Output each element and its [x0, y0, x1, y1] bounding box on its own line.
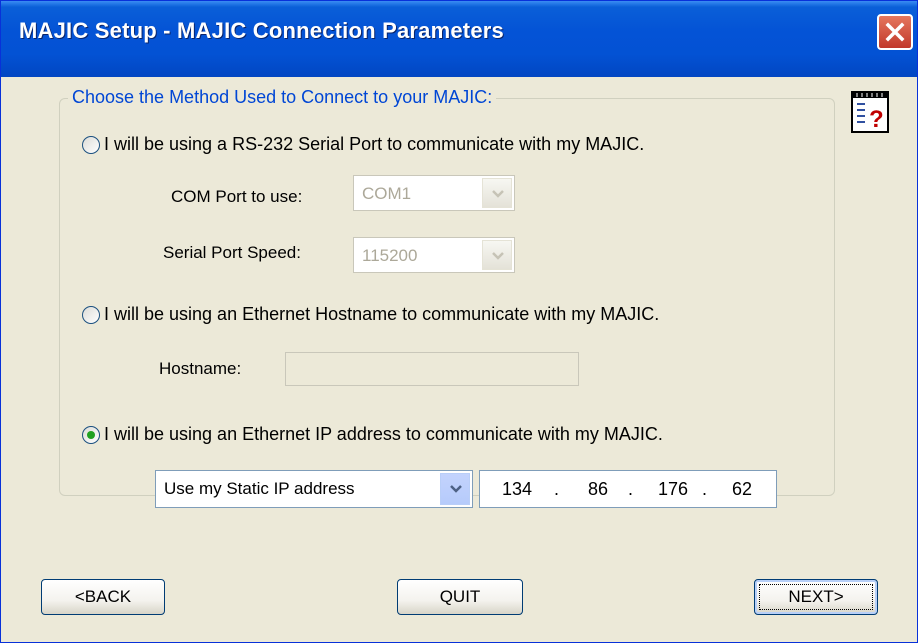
radio-serial-label: I will be using a RS-232 Serial Port to … [104, 134, 645, 154]
hostname-input[interactable] [285, 352, 579, 386]
chevron-down-icon [492, 252, 504, 260]
ip-separator-3: . [702, 479, 708, 499]
serial-speed-dropdown-button[interactable] [482, 240, 512, 270]
ip-octet-3[interactable]: 176 [658, 479, 688, 500]
radio-serial[interactable] [82, 135, 100, 154]
quit-button[interactable]: QUIT [397, 579, 523, 615]
radio-ip-option[interactable]: I will be using an Ethernet IP address t… [82, 424, 663, 445]
serial-speed-select[interactable]: 115200 [353, 237, 515, 273]
focus-ring [759, 584, 873, 610]
notepad-help-icon[interactable]: ? [851, 91, 889, 133]
radio-ip-label: I will be using an Ethernet IP address t… [104, 424, 663, 444]
ip-separator-2: . [628, 479, 634, 499]
hostname-label: Hostname: [159, 359, 242, 378]
radio-hostname[interactable] [82, 305, 100, 324]
ip-mode-dropdown-button[interactable] [440, 473, 470, 505]
serial-speed-label: Serial Port Speed: [163, 243, 301, 262]
group-legend: Choose the Method Used to Connect to you… [68, 87, 497, 108]
chevron-down-icon [450, 485, 462, 493]
ip-address-input[interactable]: 134 . 86 . 176 . 62 [479, 470, 777, 508]
ip-mode-select[interactable]: Use my Static IP address [155, 470, 473, 508]
dialog-body: Choose the Method Used to Connect to you… [5, 77, 913, 638]
radio-ip[interactable] [82, 425, 100, 444]
com-port-label: COM Port to use: [171, 187, 303, 206]
svg-text:?: ? [869, 106, 884, 133]
serial-speed-value: 115200 [362, 246, 418, 265]
com-port-value: COM1 [362, 184, 412, 203]
radio-hostname-label: I will be using an Ethernet Hostname to … [104, 304, 660, 324]
title-bar[interactable]: MAJIC Setup - MAJIC Connection Parameter… [1, 1, 917, 77]
ip-mode-value: Use my Static IP address [164, 479, 355, 498]
ip-octet-2[interactable]: 86 [588, 479, 608, 500]
ip-separator-1: . [554, 479, 560, 499]
radio-serial-option[interactable]: I will be using a RS-232 Serial Port to … [82, 134, 644, 155]
dialog-window: MAJIC Setup - MAJIC Connection Parameter… [0, 0, 918, 643]
com-port-select[interactable]: COM1 [353, 175, 515, 211]
com-port-dropdown-button[interactable] [482, 178, 512, 208]
chevron-down-icon [492, 190, 504, 198]
window-title: MAJIC Setup - MAJIC Connection Parameter… [19, 18, 504, 43]
ip-octet-4[interactable]: 62 [732, 479, 752, 500]
next-button[interactable]: NEXT> [754, 579, 878, 615]
back-button[interactable]: <BACK [41, 579, 165, 615]
close-button[interactable] [877, 14, 913, 50]
close-icon [885, 22, 905, 42]
radio-hostname-option[interactable]: I will be using an Ethernet Hostname to … [82, 304, 659, 325]
ip-octet-1[interactable]: 134 [502, 479, 532, 500]
